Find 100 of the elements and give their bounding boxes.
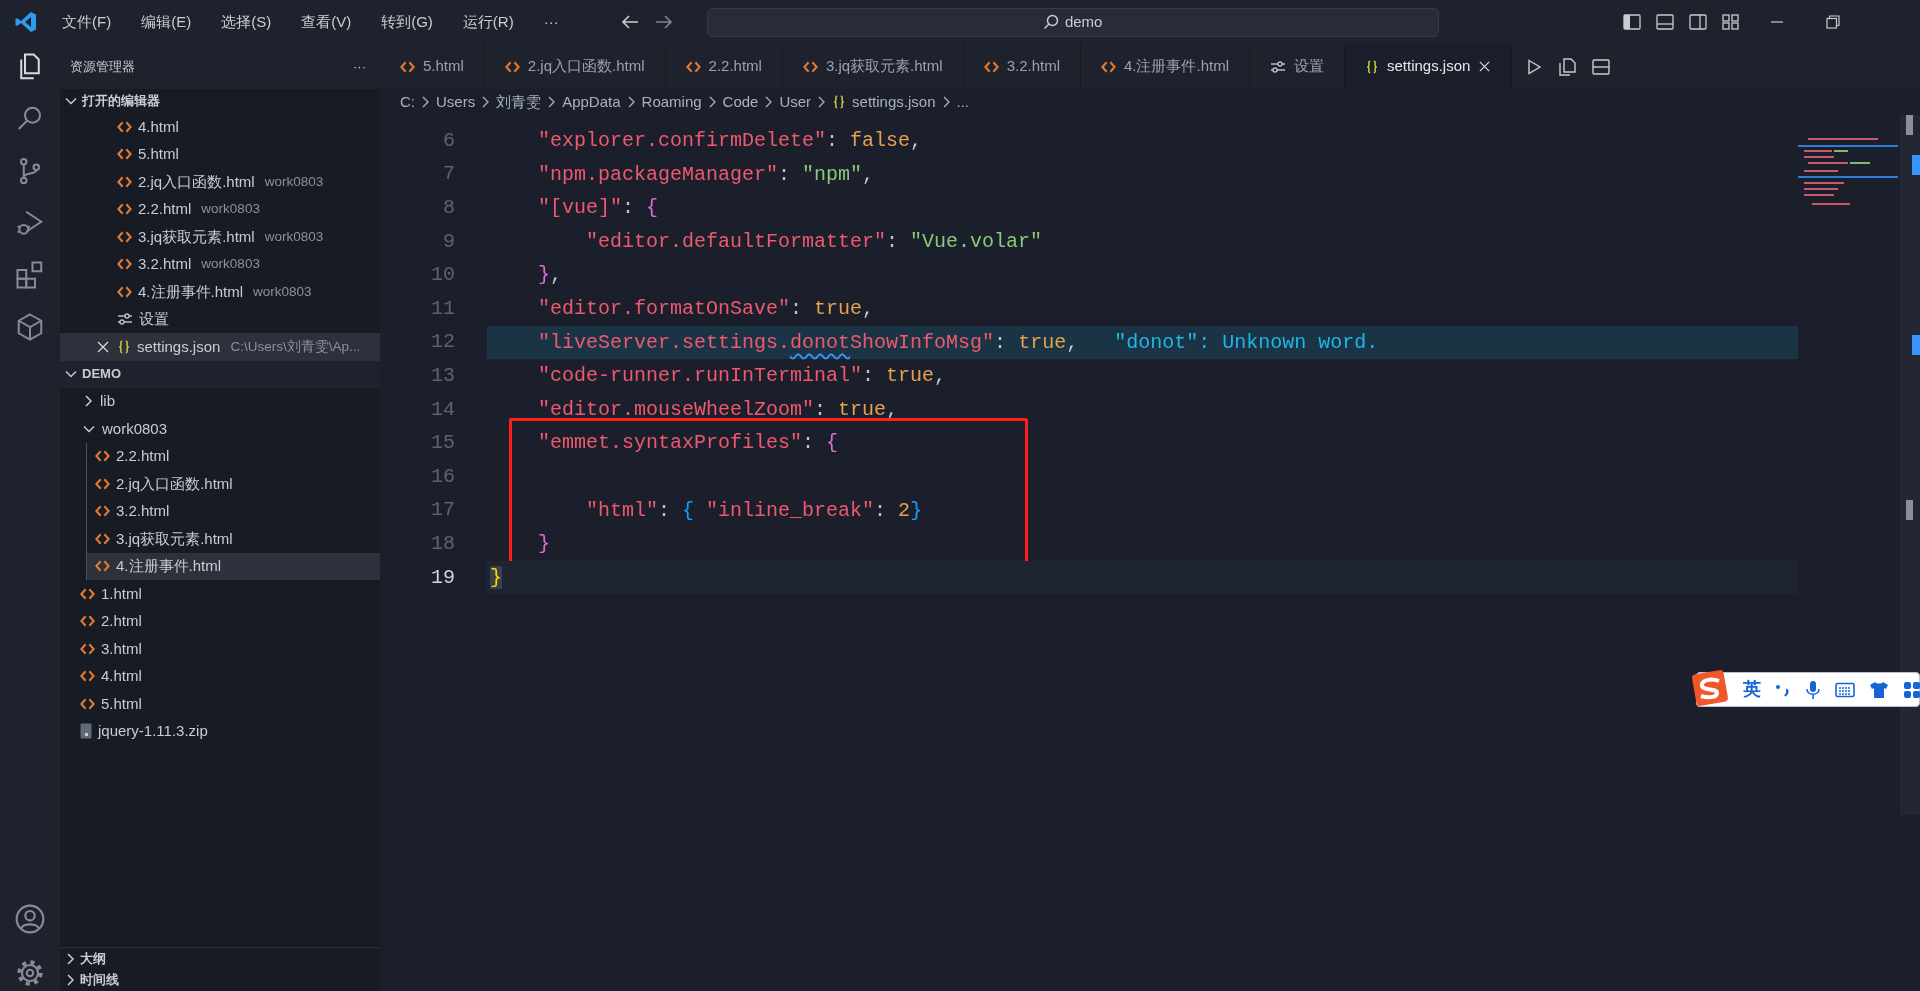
editor-tab[interactable]: 2.jq入口函数.html [484,44,666,89]
breadcrumb-item[interactable]: C: [400,90,415,114]
breadcrumb-item[interactable]: Code [722,90,759,114]
section-header[interactable]: 大纲 [80,948,106,969]
tree-item[interactable]: 2.html [60,607,380,635]
editor-tab[interactable]: 3.2.html [963,44,1081,89]
code-line: "emmet.syntaxProfiles": { [537,430,840,457]
search-icon [1042,14,1059,30]
file-path: work0803 [264,172,324,191]
menu-item[interactable]: 文件(F) [54,6,120,38]
braces-icon [117,338,131,355]
grid-icon[interactable] [1903,680,1920,699]
ime-logo-icon[interactable] [1691,669,1731,709]
breadcrumb-item[interactable]: AppData [562,90,621,114]
shirt-icon[interactable] [1869,680,1889,699]
panel-layout-icon[interactable] [1656,14,1674,30]
tree-item[interactable]: work0803 [60,415,380,443]
menu-item[interactable]: 选择(S) [213,6,280,38]
tree-item[interactable]: lib [60,387,380,415]
open-editor-item[interactable]: 2.jq入口函数.html work0803 [60,168,380,196]
code-file-icon [117,284,132,299]
editor-tab[interactable]: 5.html [380,44,485,89]
code-file-icon [117,147,132,162]
tree-item[interactable]: 5.html [60,690,380,718]
chevron-right-icon [421,95,430,109]
section-header[interactable]: DEMO [82,364,121,384]
tree-item[interactable]: 2.2.html [87,442,380,470]
code-file-icon [95,449,110,464]
breadcrumb-item[interactable]: Roaming [641,90,702,114]
microphone-icon[interactable] [1805,679,1821,700]
scrollbar[interactable] [1900,115,1920,815]
close-icon[interactable] [1478,60,1492,73]
menu-item[interactable]: 查看(V) [293,6,360,38]
tree-item[interactable]: jquery-1.11.3.zip [60,717,380,745]
tree-item[interactable]: 2.jq入口函数.html [87,470,380,498]
open-editor-item[interactable]: 3.jq获取元素.html work0803 [60,223,380,251]
open-changes-icon[interactable] [1558,57,1577,76]
code-file-icon [80,614,95,629]
extensions-icon[interactable] [15,260,45,290]
more-actions-button[interactable]: ··· [353,56,366,77]
account-icon[interactable] [14,903,46,935]
line-number: 19 [430,564,456,591]
chevron-right-icon[interactable] [64,951,76,966]
close-icon[interactable] [96,339,110,354]
input-mode-label[interactable]: 英 [1743,676,1761,703]
chevron-down-icon[interactable] [64,368,78,380]
code-file-icon [504,59,520,74]
tree-item[interactable]: 4.html [60,662,380,690]
menu-item[interactable]: 转到(G) [373,6,441,38]
open-editor-item[interactable]: 4.html [60,113,380,141]
chevron-down-icon[interactable] [64,95,78,107]
keyboard-icon[interactable] [1835,681,1855,698]
chevron-right-icon[interactable] [64,973,76,987]
open-editor-item[interactable]: settings.json C:\Users\刘青雯\Ap... [60,333,380,361]
file-name: 2.jq入口函数.html [138,171,255,192]
open-editor-item[interactable]: 3.2.html work0803 [60,250,380,278]
code-file-icon [117,229,132,244]
section-header[interactable]: 打开的编辑器 [82,91,160,111]
tree-item[interactable]: 3.html [60,635,380,663]
run-debug-icon[interactable] [15,208,45,238]
editor-tab[interactable]: 3.jq获取元素.html [782,44,964,89]
settings-gear-icon[interactable] [14,957,46,989]
chevron-right-icon[interactable] [82,394,94,409]
restore-icon[interactable] [1826,15,1840,29]
code-line: "npm.packageManager": "npm", [537,161,876,188]
tree-item[interactable]: 3.2.html [87,497,380,525]
more-menu[interactable]: ··· [535,6,567,38]
section-header[interactable]: 时间线 [80,970,119,990]
file-path: work0803 [253,282,312,301]
tree-item[interactable]: 1.html [60,580,380,608]
tree-item[interactable]: 4.注册事件.html [87,552,380,580]
secondary-sidebar-icon[interactable] [1689,14,1707,30]
breadcrumb-item[interactable]: ... [956,90,969,114]
forward-arrow-icon[interactable] [654,14,673,30]
breadcrumb-item[interactable]: Users [436,90,476,114]
sliders-icon [117,312,133,327]
back-arrow-icon[interactable] [620,14,639,30]
split-editor-icon[interactable] [1592,58,1611,75]
play-icon[interactable] [1526,58,1543,75]
customize-layout-icon[interactable] [1722,14,1740,30]
open-editor-item[interactable]: 5.html [60,140,380,168]
line-number: 15 [430,430,456,457]
breadcrumb-item[interactable]: settings.json [832,90,936,114]
open-editor-item[interactable]: 4.注册事件.html work0803 [60,278,380,306]
menu-item[interactable]: 编辑(E) [133,6,200,38]
tree-item[interactable]: 3.jq获取元素.html [87,525,380,553]
code-line: } [537,531,551,558]
sidebar-layout-icon[interactable] [1623,14,1641,30]
editor-tab[interactable]: 4.注册事件.html [1081,44,1250,89]
file-path: C:\Users\刘青雯\Ap... [230,337,361,356]
open-editor-item[interactable]: 设置 [60,305,380,333]
editor-tab[interactable]: 2.2.html [665,44,783,89]
open-editor-item[interactable]: 2.2.html work0803 [60,195,380,223]
menu-item[interactable]: 运行(R) [454,6,522,38]
breadcrumb-item[interactable]: 刘青雯 [496,90,542,114]
code-line: "explorer.confirmDelete": false, [537,128,924,154]
cube-icon[interactable] [15,312,45,342]
breadcrumb-item[interactable]: User [779,90,812,114]
search-field[interactable]: demo [706,7,1439,37]
code-file-icon [117,257,132,272]
